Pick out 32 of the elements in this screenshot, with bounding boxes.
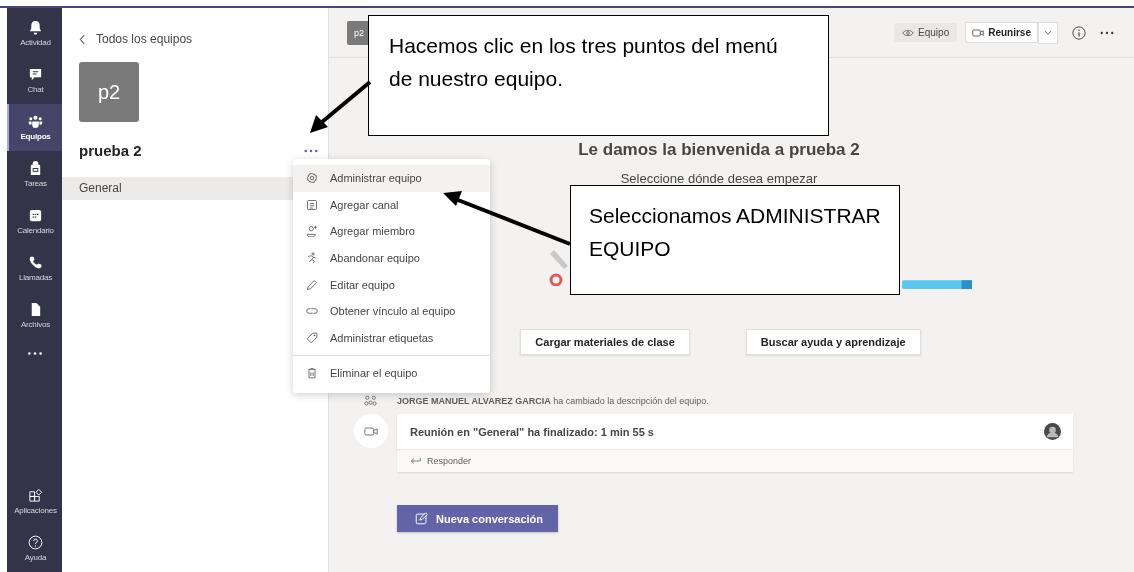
team-badge: p2 [347,20,371,45]
rail-item[interactable]: Archivos [7,292,62,339]
menu-item[interactable]: Administrar etiquetas [293,324,490,352]
meeting-title: Reunión en "General" ha finalizado: 1 min 55 s [410,425,654,438]
menu-item[interactable]: Abandonar equipo [293,244,490,272]
callout-note: Seleccionamos ADMINISTRAR EQUIPO [570,185,900,295]
rail-item[interactable]: Actividad [7,10,62,57]
menu-item[interactable]: Agregar miembro [293,218,490,245]
rail-item[interactable]: Llamadas [7,245,62,292]
menu-item[interactable]: Editar equipo [293,271,490,298]
activity-message: JORGE MANUEL ALVAREZ GARCIA ha cambiado la descripción del equipo. [397,396,709,406]
team-avatar: p2 [79,62,139,122]
menu-item[interactable]: Eliminar el equipo [293,360,490,387]
welcome-subtitle: Seleccione dónde desea empezar [620,171,818,186]
menu-item[interactable]: Administrar equipo [293,165,490,192]
action-button[interactable]: Cargar materiales de clase [520,329,690,355]
rail-item[interactable]: Chat [7,57,62,104]
reply-link[interactable]: Responder [397,450,1073,472]
view-chip[interactable]: Equipo [894,23,958,42]
rail-item[interactable]: Ayuda [7,525,62,572]
rail-item[interactable]: Equipos [7,104,62,151]
welcome-title: Le damos la bienvenida a prueba 2 [578,140,860,160]
rail-item[interactable]: Aplicaciones [7,478,62,525]
back-link[interactable]: Todos los equipos [79,32,193,46]
action-button[interactable]: Buscar ayuda y aprendizaje [745,329,921,355]
team-name: prueba 2 [79,142,142,159]
meet-button[interactable]: Reunirse [965,22,1038,43]
new-conversation-button[interactable]: Nueva conversación [397,505,558,532]
callout-note: Hacemos clic en los tres puntos del menú de nuestro equipo. [368,15,829,136]
menu-item[interactable]: Obtener vínculo al equipo [293,297,490,325]
rail-item[interactable]: Calendario [7,198,62,245]
rail-item[interactable]: Tareas [7,151,62,198]
